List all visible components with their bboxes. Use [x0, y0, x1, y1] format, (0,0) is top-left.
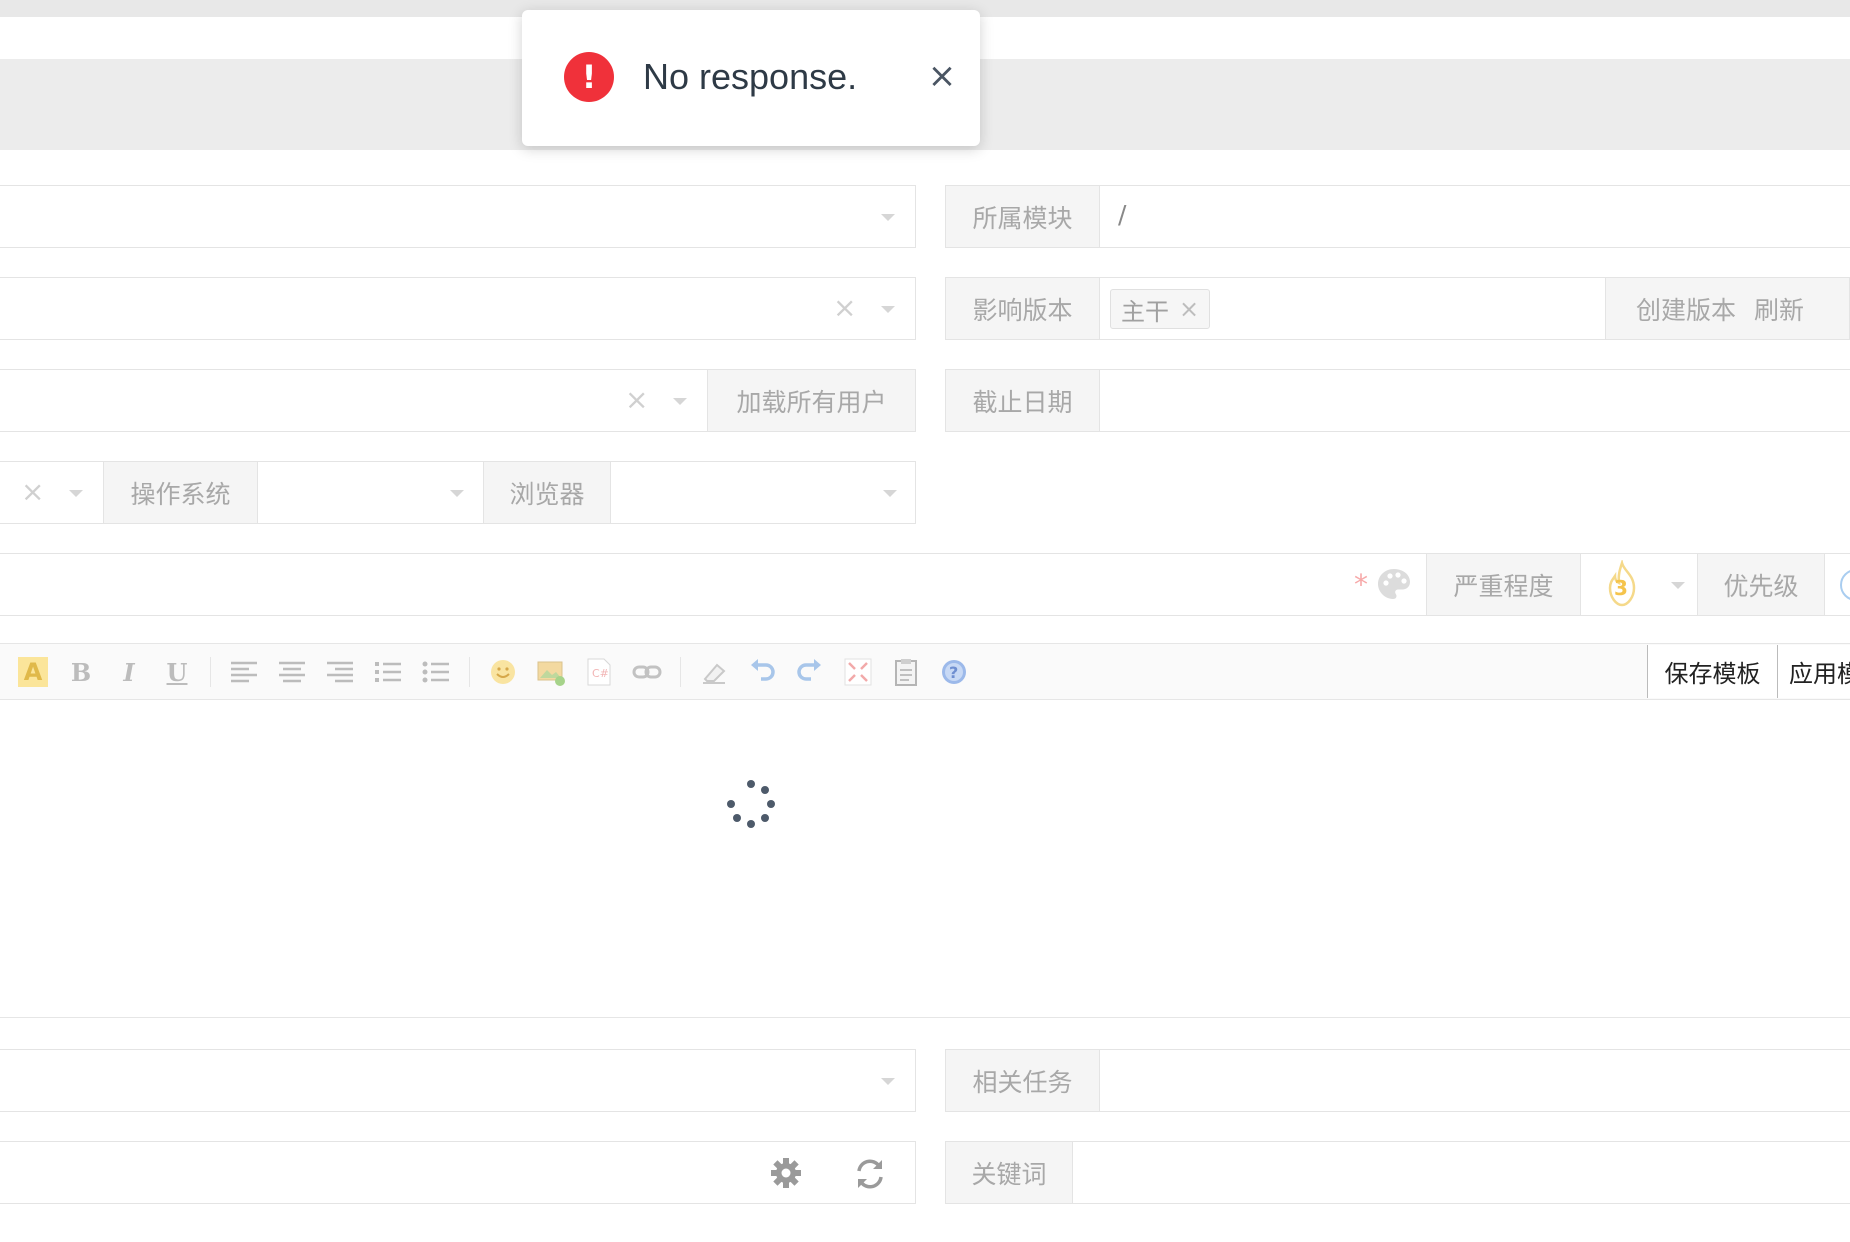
severity-value: 3: [1614, 576, 1628, 600]
chevron-down-icon: [881, 1078, 895, 1085]
align-center-icon[interactable]: [277, 657, 307, 687]
align-right-icon[interactable]: [325, 657, 355, 687]
severity-label: 严重程度: [1426, 553, 1581, 616]
palette-icon[interactable]: [1375, 566, 1413, 604]
product-select[interactable]: [0, 185, 916, 248]
module-value: /: [1118, 200, 1127, 229]
fullscreen-icon[interactable]: [843, 657, 873, 687]
loading-spinner-icon: [727, 780, 775, 828]
apply-template-button[interactable]: 应用模: [1777, 645, 1850, 698]
keywords-label: 关键词: [945, 1141, 1073, 1204]
editor-body[interactable]: [0, 700, 1850, 1018]
error-icon: !: [564, 52, 614, 102]
save-template-button[interactable]: 保存模板: [1647, 645, 1777, 698]
mailto-select[interactable]: [0, 1141, 916, 1204]
affected-build-select[interactable]: 主干 ×: [1099, 277, 1606, 340]
priority-label: 优先级: [1697, 553, 1825, 616]
os-select[interactable]: [257, 461, 484, 524]
underline-icon[interactable]: U: [162, 657, 192, 687]
module-select[interactable]: /: [1099, 185, 1850, 248]
deadline-label: 截止日期: [945, 369, 1100, 432]
chevron-down-icon: [69, 490, 83, 497]
chevron-down-icon: [1671, 582, 1685, 589]
code-icon[interactable]: C#: [584, 657, 614, 687]
deadline-input[interactable]: [1099, 369, 1850, 432]
build-tag: 主干 ×: [1110, 289, 1211, 329]
build-actions: 创建版本 刷新: [1605, 277, 1850, 340]
clear-icon[interactable]: ×: [833, 294, 856, 322]
align-left-icon[interactable]: [229, 657, 259, 687]
os-label: 操作系统: [103, 461, 258, 524]
error-toast: ! No response. ×: [522, 10, 980, 146]
link-icon[interactable]: [632, 657, 662, 687]
toast-message: No response.: [643, 56, 858, 97]
browser-select[interactable]: [610, 461, 916, 524]
refresh-build-link[interactable]: 刷新: [1754, 291, 1804, 327]
eraser-icon[interactable]: [699, 657, 729, 687]
refresh-icon[interactable]: [852, 1156, 888, 1192]
project-select[interactable]: ×: [0, 277, 916, 340]
type-select[interactable]: ×: [0, 461, 104, 524]
toolbar-divider: [210, 657, 211, 687]
assign-to-select[interactable]: ×: [0, 369, 708, 432]
italic-icon[interactable]: I: [114, 657, 144, 687]
remove-tag-icon[interactable]: ×: [1179, 295, 1199, 323]
build-tag-label: 主干: [1121, 297, 1169, 326]
clear-icon[interactable]: ×: [625, 386, 648, 414]
paste-icon[interactable]: [891, 657, 921, 687]
story-select[interactable]: [0, 1049, 916, 1112]
related-task-label: 相关任务: [945, 1049, 1100, 1112]
svg-text:?: ?: [949, 663, 958, 682]
emoji-icon[interactable]: [488, 657, 518, 687]
ordered-list-icon[interactable]: [373, 657, 403, 687]
browser-label: 浏览器: [483, 461, 611, 524]
chevron-down-icon: [450, 490, 464, 497]
svg-text:C#: C#: [592, 667, 609, 680]
undo-icon[interactable]: [747, 657, 777, 687]
chevron-down-icon: [881, 306, 895, 313]
font-color-icon[interactable]: A: [18, 657, 48, 687]
clear-icon[interactable]: ×: [21, 478, 44, 506]
unordered-list-icon[interactable]: [421, 657, 451, 687]
editor-toolbar-icons: A B I U C# ?: [18, 655, 969, 689]
bold-icon[interactable]: B: [66, 657, 96, 687]
load-all-users-button[interactable]: 加载所有用户: [707, 369, 916, 432]
chevron-down-icon: [673, 398, 687, 405]
close-icon[interactable]: ×: [924, 58, 960, 94]
priority-badge-icon: [1840, 569, 1850, 601]
severity-select[interactable]: 3: [1580, 553, 1698, 616]
redo-icon[interactable]: [795, 657, 825, 687]
toolbar-divider: [469, 657, 470, 687]
keywords-input[interactable]: [1072, 1141, 1850, 1204]
related-task-select[interactable]: [1099, 1049, 1850, 1112]
create-build-link[interactable]: 创建版本: [1636, 291, 1736, 327]
chevron-down-icon: [881, 214, 895, 221]
priority-select[interactable]: [1824, 553, 1850, 616]
toolbar-divider: [680, 657, 681, 687]
affected-build-label: 影响版本: [945, 277, 1100, 340]
help-icon[interactable]: ?: [939, 657, 969, 687]
module-label: 所属模块: [945, 185, 1100, 248]
gear-icon[interactable]: [769, 1156, 803, 1190]
required-mark: *: [1354, 568, 1368, 601]
title-input[interactable]: *: [0, 553, 1427, 616]
chevron-down-icon: [883, 490, 897, 497]
image-icon[interactable]: [536, 657, 566, 687]
